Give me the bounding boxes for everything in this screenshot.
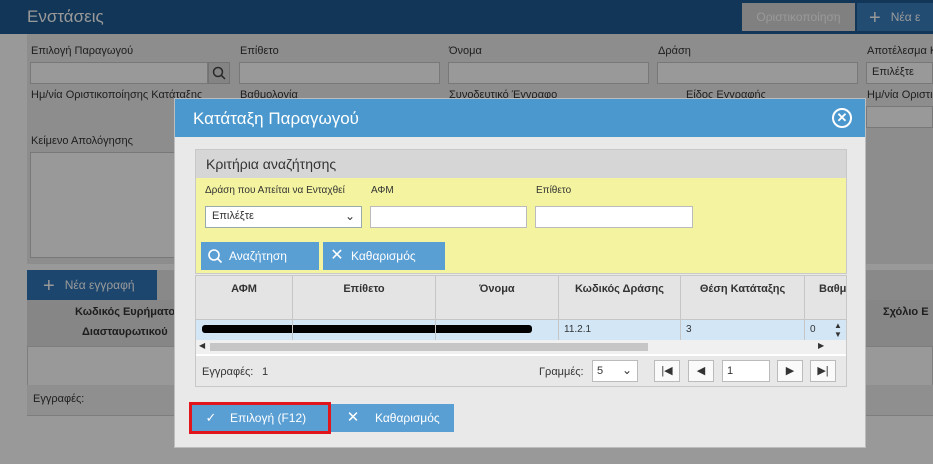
- clear-bottom-button[interactable]: ✕ Καθαρισμός: [331, 404, 454, 432]
- check-icon: ✓: [205, 410, 217, 425]
- results-header: ΑΦΜ Επίθετο Όνομα Κωδικός Δράσης Θέση Κα…: [196, 276, 846, 320]
- first-page-icon[interactable]: |◀: [654, 360, 680, 382]
- col-score[interactable]: Βαθμ: [805, 276, 846, 320]
- afm-criteria-label: ΑΦΜ: [371, 185, 394, 196]
- column-divider: [558, 320, 559, 340]
- table-row[interactable]: 11.2.1 3 0 ▲ ▼: [196, 320, 846, 340]
- producer-ranking-dialog: Κατάταξη Παραγωγού ✕ Κριτήρια αναζήτησης…: [174, 98, 866, 448]
- rows-per-page-value: 5: [597, 365, 604, 377]
- column-divider: [292, 320, 293, 340]
- col-surname[interactable]: Επίθετο: [293, 276, 436, 320]
- clear-button[interactable]: ✕ Καθαρισμός: [323, 242, 445, 270]
- search-button-label: Αναζήτηση: [229, 249, 287, 263]
- close-icon: ✕: [346, 409, 360, 426]
- scroll-left-icon[interactable]: ◀: [199, 341, 205, 350]
- criteria-title: Κριτήρια αναζήτησης: [206, 156, 337, 172]
- records-count-value: 1: [262, 366, 269, 378]
- column-divider: [435, 320, 436, 340]
- action-select[interactable]: Επιλέξτε ⌄: [205, 206, 362, 228]
- vertical-scroll-arrows[interactable]: ▲ ▼: [834, 321, 842, 339]
- chevron-down-icon: ⌄: [344, 209, 355, 223]
- select-button[interactable]: ✓ Επιλογή (F12): [189, 402, 331, 434]
- afm-input[interactable]: [370, 206, 527, 228]
- action-select-value: Επιλέξτε: [212, 210, 254, 222]
- criteria-header: Κριτήρια αναζήτησης: [196, 150, 846, 178]
- rows-per-page-select[interactable]: 5 ⌄: [592, 360, 638, 382]
- column-divider: [680, 320, 681, 340]
- cell-score: 0: [810, 324, 816, 335]
- prev-page-icon[interactable]: ◀: [688, 360, 714, 382]
- surname-criteria-input[interactable]: [535, 206, 693, 228]
- clear-button-label: Καθαρισμός: [351, 249, 416, 263]
- dialog-title: Κατάταξη Παραγωγού: [193, 109, 359, 128]
- redacted-text: [202, 325, 532, 333]
- column-divider: [804, 320, 805, 340]
- dialog-header: Κατάταξη Παραγωγού ✕: [175, 99, 865, 137]
- chevron-down-icon: ⌄: [621, 363, 632, 377]
- search-icon: [201, 242, 229, 270]
- action-criteria-label: Δράση που Απείται να Ενταχθεί: [205, 185, 345, 196]
- results-grid: ΑΦΜ Επίθετο Όνομα Κωδικός Δράσης Θέση Κα…: [195, 275, 847, 387]
- horizontal-scrollbar[interactable]: ◀ ▶: [196, 340, 846, 354]
- results-footer: Εγγραφές: 1 Γραμμές: 5 ⌄ |◀ ◀ 1 ▶ ▶|: [196, 356, 846, 386]
- cell-action-code: 11.2.1: [564, 324, 592, 335]
- clear-bottom-label: Καθαρισμός: [375, 411, 440, 425]
- scroll-right-icon[interactable]: ▶: [818, 341, 824, 350]
- search-criteria-panel: Κριτήρια αναζήτησης Δράση που Απείται να…: [195, 149, 847, 274]
- close-icon[interactable]: ✕: [832, 108, 852, 128]
- next-page-icon[interactable]: ▶: [777, 360, 803, 382]
- search-button[interactable]: Αναζήτηση: [201, 242, 319, 270]
- cell-rank-position: 3: [686, 324, 692, 335]
- rows-per-page-label: Γραμμές:: [539, 366, 584, 378]
- select-button-label: Επιλογή (F12): [230, 411, 307, 425]
- last-page-icon[interactable]: ▶|: [810, 360, 836, 382]
- col-rank-position[interactable]: Θέση Κατάταξης: [681, 276, 805, 320]
- col-afm[interactable]: ΑΦΜ: [196, 276, 293, 320]
- col-action-code[interactable]: Κωδικός Δράσης: [559, 276, 681, 320]
- records-count-label: Εγγραφές:: [202, 366, 254, 378]
- surname-criteria-label: Επίθετο: [536, 185, 572, 196]
- col-name[interactable]: Όνομα: [436, 276, 559, 320]
- close-icon: ✕: [330, 247, 344, 264]
- scrollbar-thumb[interactable]: [210, 343, 648, 351]
- page-number-input[interactable]: 1: [722, 360, 770, 382]
